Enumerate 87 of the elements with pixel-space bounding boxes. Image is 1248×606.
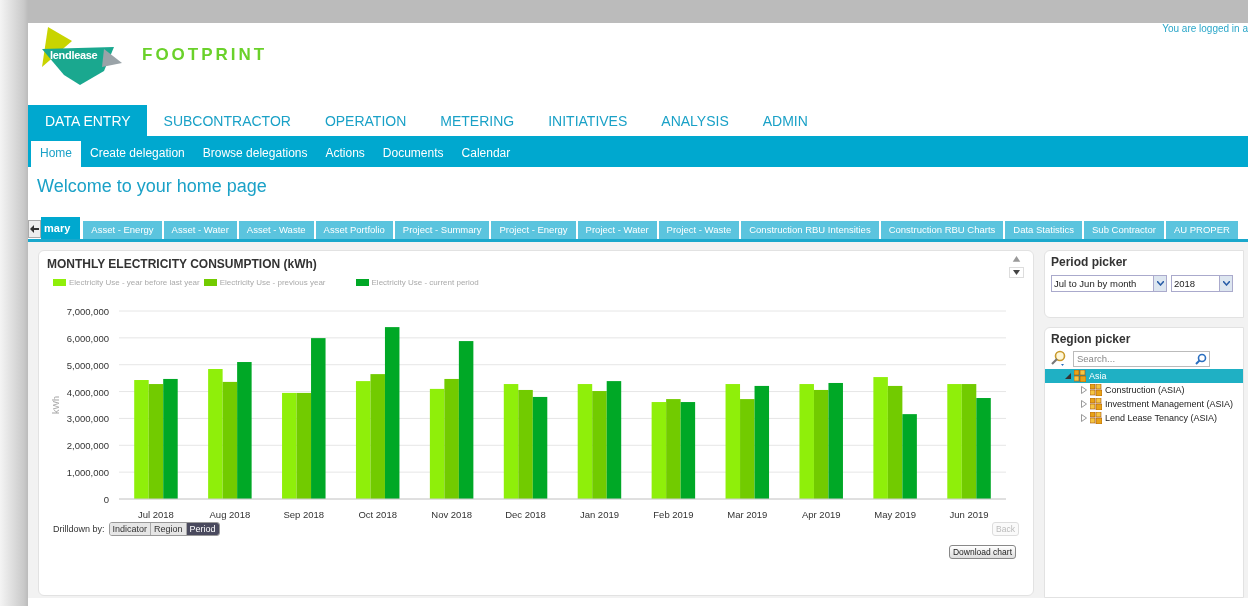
tree-node[interactable]: Construction (ASIA) <box>1045 383 1243 397</box>
sub-nav-tab[interactable]: Create delegation <box>81 141 194 167</box>
dashboard-tab[interactable]: Asset Portfolio <box>315 221 393 239</box>
dashboard-tab[interactable]: Asset - Water <box>163 221 237 239</box>
org-icon <box>1090 412 1102 424</box>
scroll-left-button[interactable] <box>28 220 41 238</box>
x-tick-label: Jun 2019 <box>949 509 989 520</box>
dashboard-tab[interactable]: Sub Contractor <box>1084 221 1164 239</box>
login-status: You are logged in a <box>1162 23 1248 34</box>
legend-label[interactable]: Electricity Use - year before last year <box>69 278 200 287</box>
search-icon[interactable] <box>1195 352 1207 365</box>
left-arrow-icon[interactable] <box>30 225 39 233</box>
caret-icon[interactable] <box>1013 269 1020 275</box>
y-tick-label: 7,000,000 <box>66 306 109 317</box>
main-nav-tab[interactable]: METERING <box>424 105 532 136</box>
chart-title: MONTHLY ELECTRICITY CONSUMPTION (kWh) <box>47 257 317 273</box>
x-tick-label: Nov 2018 <box>431 509 472 520</box>
x-tick-label: Apr 2019 <box>801 509 841 520</box>
collapsed-arrow-icon[interactable] <box>1081 386 1087 394</box>
expanded-arrow-icon[interactable] <box>1065 373 1071 379</box>
sub-nav-tab[interactable]: Documents <box>373 141 453 167</box>
collapse-icon[interactable] <box>1012 256 1021 262</box>
dashboard-tab[interactable]: AU PROPER <box>1165 221 1238 239</box>
y-tick-label: 1,000,000 <box>66 467 109 479</box>
legend-label[interactable]: Electricity Use - current period <box>371 278 479 287</box>
drilldown-option[interactable]: Indicator <box>109 523 151 535</box>
y-tick-label: 4,000,000 <box>66 386 109 398</box>
sub-nav-tab[interactable]: Actions <box>316 141 374 167</box>
x-tick-label: Oct 2018 <box>358 509 397 520</box>
drilldown-option[interactable]: Region <box>150 523 186 535</box>
caret-icon[interactable] <box>1222 281 1230 286</box>
x-tick-label: Dec 2018 <box>505 509 546 520</box>
y-tick-label: 3,000,000 <box>66 413 109 425</box>
sub-nav-tab[interactable]: Home <box>31 141 81 167</box>
tree-node[interactable]: Lend Lease Tenancy (ASIA) <box>1045 411 1243 425</box>
year-select[interactable]: 2018 <box>1171 275 1233 292</box>
main-nav-tab[interactable]: SUBCONTRACTOR <box>147 105 308 136</box>
main-nav-tab[interactable]: DATA ENTRY <box>28 105 147 136</box>
logo-text: lendlease <box>50 49 98 61</box>
dashboard-tab[interactable]: Project - Waste <box>658 221 740 239</box>
x-tick-label: Sep 2018 <box>283 509 325 520</box>
drilldown-option[interactable]: Period <box>185 523 219 535</box>
dashboard-tab[interactable]: Asset - Energy <box>83 221 162 239</box>
tree-node[interactable]: Investment Management (ASIA) <box>1045 397 1243 411</box>
product-name: FOOTPRINT <box>142 45 268 65</box>
x-tick-label: Jan 2019 <box>579 509 619 520</box>
main-nav-tab[interactable]: INITIATIVES <box>532 105 645 136</box>
y-tick-label: 5,000,000 <box>66 359 109 371</box>
x-tick-label: Jul 2018 <box>138 509 174 520</box>
dashboard-tab[interactable]: Construction RBU Charts <box>880 221 1004 239</box>
dashboard-tab[interactable]: Project - Summary <box>394 221 490 239</box>
download-chart-button[interactable]: Download chart <box>948 545 1016 559</box>
caret-icon[interactable] <box>1156 281 1164 286</box>
search-field[interactable]: Search... <box>1073 350 1210 367</box>
y-axis-label: kWh <box>51 396 61 414</box>
main-nav-tab[interactable]: ADMIN <box>746 105 825 136</box>
collapsed-arrow-icon[interactable] <box>1081 400 1087 408</box>
y-tick-label: 6,000,000 <box>66 332 109 344</box>
org-icon <box>1090 398 1102 410</box>
main-nav-tab[interactable]: ANALYSIS <box>645 105 746 136</box>
search-options-icon[interactable] <box>1051 350 1067 367</box>
x-tick-label: Feb 2019 <box>653 509 694 520</box>
x-tick-label: Aug 2018 <box>209 509 251 520</box>
dashboard-tab[interactable]: Data Statistics <box>1005 221 1083 239</box>
dashboard-tab[interactable]: mary <box>41 217 81 239</box>
chart-menu-button[interactable] <box>1009 266 1024 278</box>
legend-label[interactable]: Electricity Use - previous year <box>219 278 326 287</box>
x-tick-label: Mar 2019 <box>727 509 768 520</box>
dashboard-tab[interactable]: Project - Water <box>577 221 657 239</box>
dashboard-tab[interactable]: Project - Energy <box>491 221 576 239</box>
panel-title: Period picker <box>1051 255 1129 269</box>
dashboard-tab[interactable]: Construction RBU Intensities <box>741 221 879 239</box>
collapsed-arrow-icon[interactable] <box>1081 414 1087 422</box>
sub-nav-tab[interactable]: Calendar <box>452 141 520 167</box>
sub-nav-tab[interactable]: Browse delegations <box>193 141 317 167</box>
main-nav-tab[interactable]: OPERATION <box>308 105 424 136</box>
page-title: Welcome to your home page <box>37 176 268 198</box>
org-icon <box>1090 384 1102 396</box>
x-tick-label: May 2019 <box>874 509 916 520</box>
drilldown-label: Drilldown by: <box>53 524 105 534</box>
tree-node[interactable]: Asia <box>1045 369 1243 383</box>
org-icon <box>1074 370 1086 382</box>
dashboard-tab[interactable]: Asset - Waste <box>238 221 314 239</box>
y-tick-label: 0 <box>103 494 109 505</box>
y-tick-label: 2,000,000 <box>66 440 109 452</box>
period-select[interactable]: Jul to Jun by month <box>1051 275 1167 292</box>
panel-title: Region picker <box>1051 332 1132 346</box>
